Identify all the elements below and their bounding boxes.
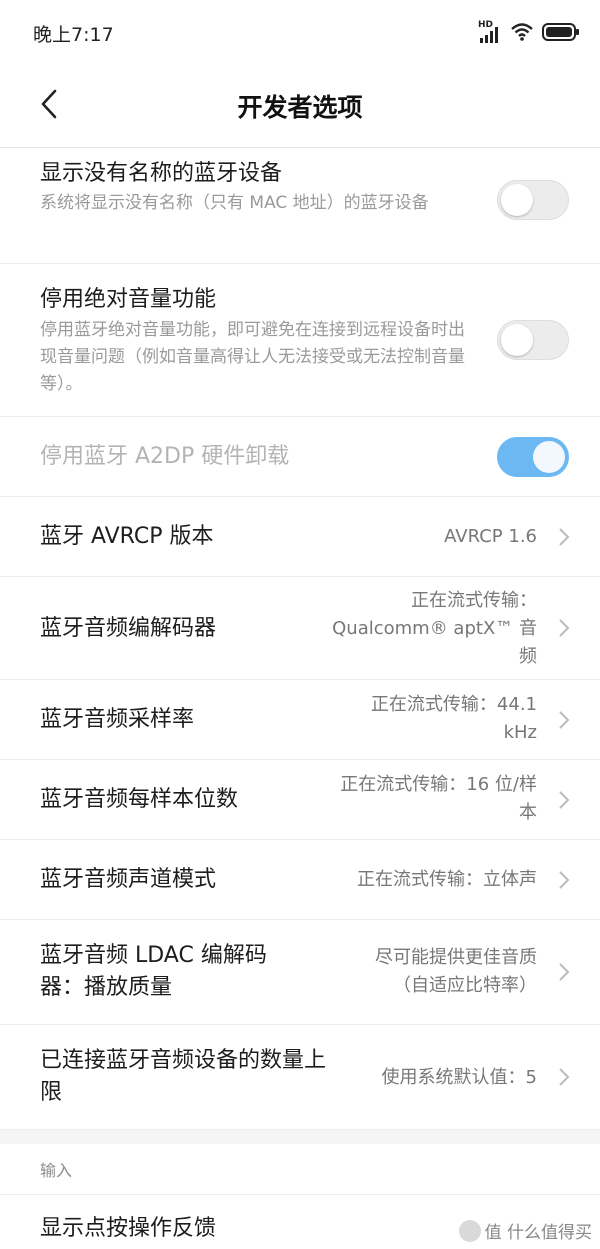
section-header-input: 输入 (40, 1161, 73, 1180)
watermark-logo-icon (458, 1219, 481, 1242)
toggle-switch[interactable] (497, 180, 569, 220)
setting-subtitle: 停用蓝牙绝对音量功能，即可避免在连接到远程设备时出现音量问题（例如音量高得让人无… (40, 320, 465, 394)
wifi-icon (510, 22, 534, 46)
chevron-right-icon (559, 528, 570, 546)
status-time: 晚上7:17 (33, 24, 114, 46)
setting-title: 显示点按操作反馈 (40, 1216, 217, 1241)
setting-row-disable-absolute-volume[interactable]: 停用绝对音量功能 停用蓝牙绝对音量功能，即可避免在连接到远程设备时出现音量问题（… (0, 264, 600, 417)
setting-title: 显示没有名称的蓝牙设备 (40, 161, 283, 186)
setting-title: 停用绝对音量功能 (40, 287, 217, 312)
setting-row-avrcp-version[interactable]: 蓝牙 AVRCP 版本 AVRCP 1.6 (0, 497, 600, 577)
setting-title: 已连接蓝牙音频设备的数量上限 (40, 1048, 327, 1105)
section-divider (0, 1130, 600, 1144)
setting-row-disable-a2dp-offload[interactable]: 停用蓝牙 A2DP 硬件卸载 (0, 417, 600, 497)
setting-title: 蓝牙音频编解码器 (40, 616, 217, 641)
setting-value: 正在流式传输：44.1 kHz (370, 694, 537, 743)
setting-row-bt-channel-mode[interactable]: 蓝牙音频声道模式 正在流式传输：立体声 (0, 840, 600, 920)
setting-value: 正在流式传输：Qualcomm® aptX™ 音频 (332, 590, 537, 667)
setting-value: 正在流式传输：立体声 (357, 869, 537, 890)
setting-row-bt-audio-codec[interactable]: 蓝牙音频编解码器 正在流式传输：Qualcomm® aptX™ 音频 (0, 577, 600, 680)
status-bar: 晚上7:17 HD (0, 0, 600, 62)
setting-row-bt-bits-per-sample[interactable]: 蓝牙音频每样本位数 正在流式传输：16 位/样本 (0, 760, 600, 840)
setting-title: 蓝牙音频采样率 (40, 707, 195, 732)
signal-icon: HD (478, 20, 502, 44)
battery-icon (542, 22, 580, 46)
setting-subtitle: 系统将显示没有名称（只有 MAC 地址）的蓝牙设备 (40, 193, 429, 213)
toggle-knob (533, 441, 565, 473)
setting-title: 蓝牙音频声道模式 (40, 867, 217, 892)
chevron-right-icon (559, 871, 570, 889)
page-title: 开发者选项 (237, 93, 363, 122)
watermark: 值 什么值得买 (458, 1218, 592, 1243)
toggle-knob (501, 184, 533, 216)
chevron-right-icon (559, 963, 570, 981)
setting-value: 使用系统默认值：5 (381, 1067, 537, 1088)
setting-row-max-bt-audio-devices[interactable]: 已连接蓝牙音频设备的数量上限 使用系统默认值：5 (0, 1025, 600, 1130)
setting-title: 蓝牙音频 LDAC 编解码器：播放质量 (40, 943, 267, 1000)
chevron-right-icon (559, 619, 570, 637)
setting-row-bt-sample-rate[interactable]: 蓝牙音频采样率 正在流式传输：44.1 kHz (0, 680, 600, 760)
setting-title: 蓝牙 AVRCP 版本 (40, 524, 214, 549)
status-icons: HD (478, 20, 580, 46)
setting-row-show-unnamed-bt-devices[interactable]: 显示没有名称的蓝牙设备 系统将显示没有名称（只有 MAC 地址）的蓝牙设备 (0, 148, 600, 264)
setting-value: 尽可能提供更佳音质（自适应比特率） (375, 947, 537, 996)
setting-value: 正在流式传输：16 位/样本 (340, 774, 537, 823)
toggle-knob (501, 324, 533, 356)
watermark-text: 值 什么值得买 (484, 1223, 592, 1243)
toggle-switch[interactable] (497, 320, 569, 360)
setting-title: 蓝牙音频每样本位数 (40, 787, 239, 812)
chevron-right-icon (559, 791, 570, 809)
toggle-switch[interactable] (497, 437, 569, 477)
chevron-right-icon (559, 711, 570, 729)
setting-row-ldac-quality[interactable]: 蓝牙音频 LDAC 编解码器：播放质量 尽可能提供更佳音质（自适应比特率） (0, 920, 600, 1025)
header-bar: 开发者选项 (0, 62, 600, 148)
setting-title: 停用蓝牙 A2DP 硬件卸载 (40, 444, 290, 469)
chevron-right-icon (559, 1068, 570, 1086)
setting-value: AVRCP 1.6 (444, 526, 537, 547)
